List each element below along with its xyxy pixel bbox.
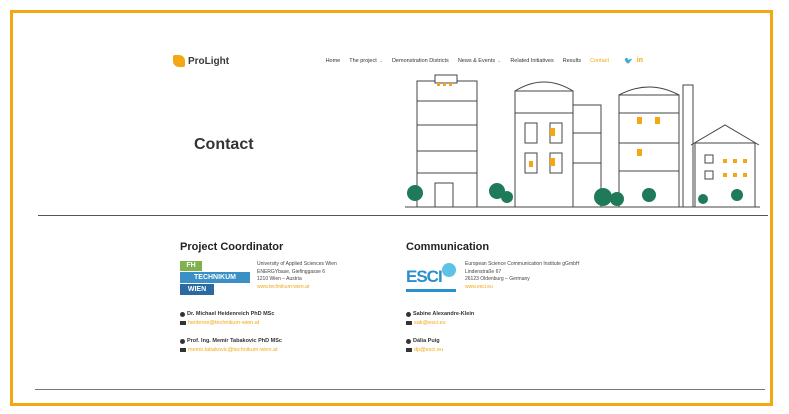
logo-technikum: TECHNIKUM — [180, 272, 250, 283]
site-logo-text: ProLight — [188, 55, 230, 67]
user-icon — [406, 311, 411, 317]
org-website-link[interactable]: www.esci.eu — [465, 284, 580, 292]
address-line: ENERGYbase, Giefinggasse 6 — [257, 268, 326, 275]
person-email-row[interactable]: dp@esci.eu — [406, 347, 646, 353]
linkedin-icon[interactable]: in — [637, 57, 643, 65]
chevron-down-icon: ⌄ — [378, 58, 383, 64]
twitter-icon[interactable]: 🐦 — [624, 57, 633, 65]
contact-person: Dr. Michael Heidenreich PhD MSc heidenre… — [180, 311, 390, 326]
project-coordinator-section: Project Coordinator FH TECHNIKUM WIEN Un… — [180, 241, 390, 353]
contact-person: Sabine Alexandre-Klein sak@esci.eu — [406, 311, 646, 326]
user-icon — [180, 338, 185, 344]
address-line: Lindenstraße 67 — [465, 268, 502, 275]
city-illustration — [405, 74, 760, 208]
prolight-logo-icon — [173, 55, 185, 67]
nav-label: Results — [562, 58, 582, 64]
mail-icon — [180, 321, 186, 325]
logo-wien: WIEN — [180, 284, 214, 295]
fh-technikum-logo: FH TECHNIKUM WIEN — [180, 261, 250, 299]
person-email[interactable]: sak@esci.eu — [414, 320, 446, 326]
person-name-row: Dália Puig — [406, 338, 646, 344]
person-email-row[interactable]: heidenre@technikum-wien.at — [180, 320, 390, 326]
section-heading: Communication — [406, 241, 490, 253]
coordinator-org: FH TECHNIKUM WIEN University of Applied … — [180, 261, 390, 299]
logo-esci: ESCI — [406, 267, 443, 286]
person-email[interactable]: memir.tabakovic@technikum-wien.at — [188, 347, 278, 353]
communication-section: Communication ESCI European Science Comm… — [406, 241, 646, 353]
nav-item-results[interactable]: Results — [563, 58, 581, 64]
person-name-row: Dr. Michael Heidenreich PhD MSc — [180, 311, 390, 317]
address-line: University of Applied Sciences Wien — [257, 261, 337, 267]
site-logo[interactable]: ProLight — [173, 55, 229, 67]
address-line: 26123 Oldenburg – Germany — [465, 276, 530, 282]
nav-item-related-initiatives[interactable]: Related Initiatives — [510, 58, 553, 64]
main-menu: Home The project ⌄ Demonstration District… — [326, 57, 643, 65]
nav-label: News & Events — [457, 58, 496, 64]
user-icon — [180, 311, 185, 317]
chevron-down-icon: ⌄ — [497, 58, 502, 64]
contact-person: Prof. Ing. Memir Tabakovic PhD MSc memir… — [180, 338, 390, 353]
logo-fh: FH — [180, 261, 202, 271]
mail-icon — [180, 348, 186, 352]
person-name: Sabine Alexandre-Klein — [413, 311, 475, 317]
nav-item-demonstration-districts[interactable]: Demonstration Districts — [392, 58, 449, 64]
person-email[interactable]: dp@esci.eu — [414, 347, 443, 353]
nav-item-home[interactable]: Home — [326, 58, 341, 64]
user-icon — [406, 338, 411, 344]
nav-label: Contact — [590, 58, 610, 64]
nav-item-the-project[interactable]: The project ⌄ — [349, 58, 383, 64]
nav-item-news-events[interactable]: News & Events ⌄ — [458, 58, 502, 64]
person-name-row: Sabine Alexandre-Klein — [406, 311, 646, 317]
contact-person: Dália Puig dp@esci.eu — [406, 338, 646, 353]
communication-org: ESCI European Science Communication Inst… — [406, 261, 646, 299]
esci-logo: ESCI — [406, 261, 458, 299]
page-title: Contact — [194, 136, 254, 153]
top-navigation: ProLight Home The project ⌄ Demonstration… — [173, 49, 643, 73]
person-name: Dália Puig — [413, 338, 440, 344]
nav-label: The project — [349, 58, 377, 64]
footer-divider — [35, 389, 765, 390]
page-frame: ProLight Home The project ⌄ Demonstration… — [10, 10, 773, 406]
mail-icon — [406, 321, 412, 325]
person-email-row[interactable]: sak@esci.eu — [406, 320, 646, 326]
logo-bar — [406, 289, 456, 292]
person-name-row: Prof. Ing. Memir Tabakovic PhD MSc — [180, 338, 390, 344]
org-website-link[interactable]: www.technikum-wien.at — [257, 284, 337, 292]
person-email[interactable]: heidenre@technikum-wien.at — [188, 320, 259, 326]
nav-label: Related Initiatives — [510, 58, 554, 64]
section-heading: Project Coordinator — [180, 241, 284, 253]
nav-item-contact[interactable]: Contact — [590, 58, 609, 64]
communication-address: European Science Communication Institute… — [465, 261, 580, 299]
person-name: Dr. Michael Heidenreich PhD MSc — [187, 311, 275, 317]
person-name: Prof. Ing. Memir Tabakovic PhD MSc — [187, 338, 282, 344]
nav-label: Demonstration Districts — [391, 58, 449, 64]
esci-swirl-icon — [442, 263, 456, 277]
hero-banner: Contact — [38, 73, 768, 216]
mail-icon — [406, 348, 412, 352]
social-links: 🐦 in — [624, 57, 643, 65]
nav-label: Home — [325, 58, 341, 64]
address-line: 1210 Wien – Austria — [257, 276, 302, 282]
address-line: European Science Communication Institute… — [465, 261, 580, 267]
person-email-row[interactable]: memir.tabakovic@technikum-wien.at — [180, 347, 390, 353]
coordinator-address: University of Applied Sciences Wien ENER… — [257, 261, 337, 299]
